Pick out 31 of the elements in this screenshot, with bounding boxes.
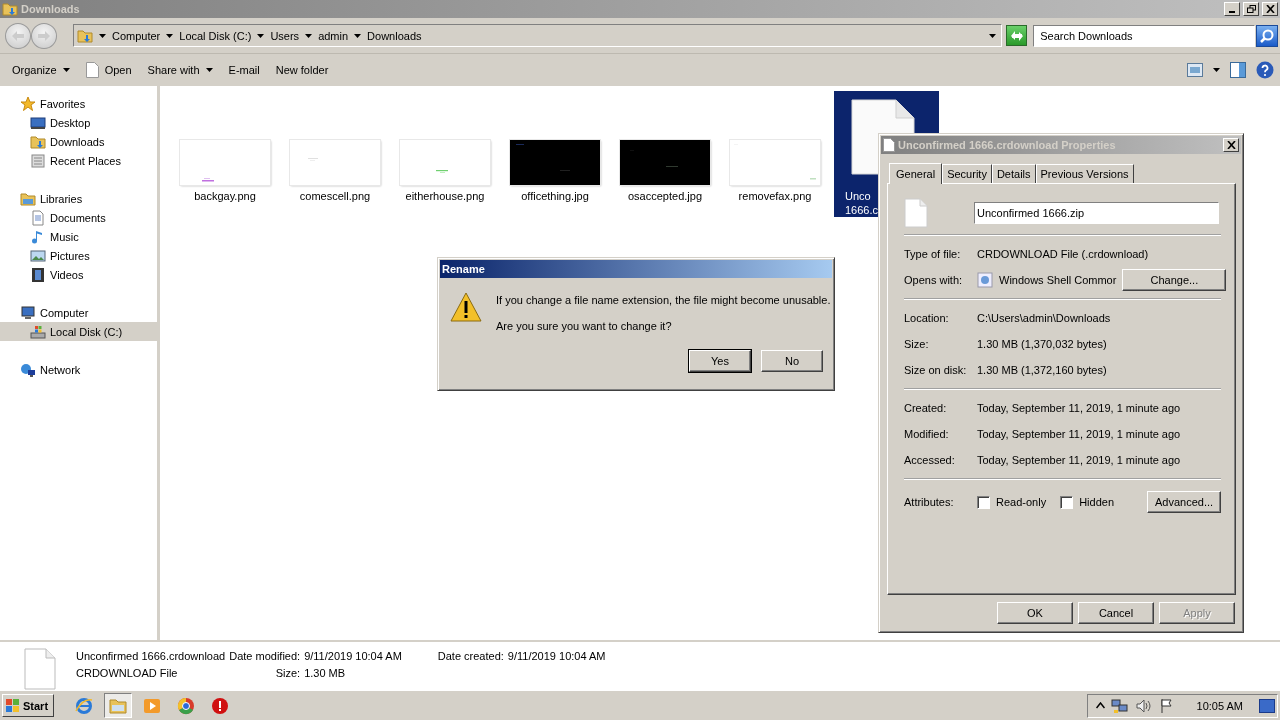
file-name: Unconfirmed 1666.crdownload [76, 650, 226, 662]
checkbox-label: Read-only [996, 496, 1047, 508]
file-type: CRDOWNLOAD File [76, 667, 179, 679]
field-label: Accessed: [904, 454, 956, 466]
field-label: Date created: [437, 650, 504, 662]
field-value: 9/11/2019 10:04 AM [507, 650, 606, 662]
field-label: Opens with: [904, 274, 964, 286]
field-value: CRDOWNLOAD File (.crdownload) [977, 248, 1149, 260]
window-title: Downloads [21, 3, 81, 15]
field-value: C:\Users\admin\Downloads [977, 312, 1111, 324]
field-value: 1.30 MB (1,372,160 bytes) [977, 364, 1107, 376]
field-value: Windows Shell Commor [999, 274, 1117, 286]
field-value: Today, September 11, 2019, 1 minute ago [977, 428, 1181, 440]
field-label: Location: [904, 312, 950, 324]
field-label: Size on disk: [904, 364, 968, 376]
field-label: Size: [904, 338, 930, 350]
field-label: Date modified: [229, 650, 301, 662]
dialog-message: If you change a file name extension, the file might become unusable. [496, 293, 831, 307]
dialog-message: Are you sure you want to change it? [496, 319, 673, 333]
field-label: Modified: [904, 428, 950, 440]
field-value: Today, September 11, 2019, 1 minute ago [977, 402, 1181, 414]
window-title: Rename [442, 263, 486, 275]
field-label: Created: [904, 402, 948, 414]
checkbox-label: Hidden [1079, 496, 1114, 508]
field-label: Attributes: [904, 496, 955, 508]
field-label: Size: [274, 667, 301, 679]
field-label: Type of file: [904, 248, 962, 260]
field-value: 1.30 MB [304, 667, 347, 679]
field-value: Today, September 11, 2019, 1 minute ago [977, 454, 1181, 466]
field-value: 9/11/2019 10:04 AM [304, 650, 402, 662]
field-value: 1.30 MB (1,370,032 bytes) [977, 338, 1107, 350]
